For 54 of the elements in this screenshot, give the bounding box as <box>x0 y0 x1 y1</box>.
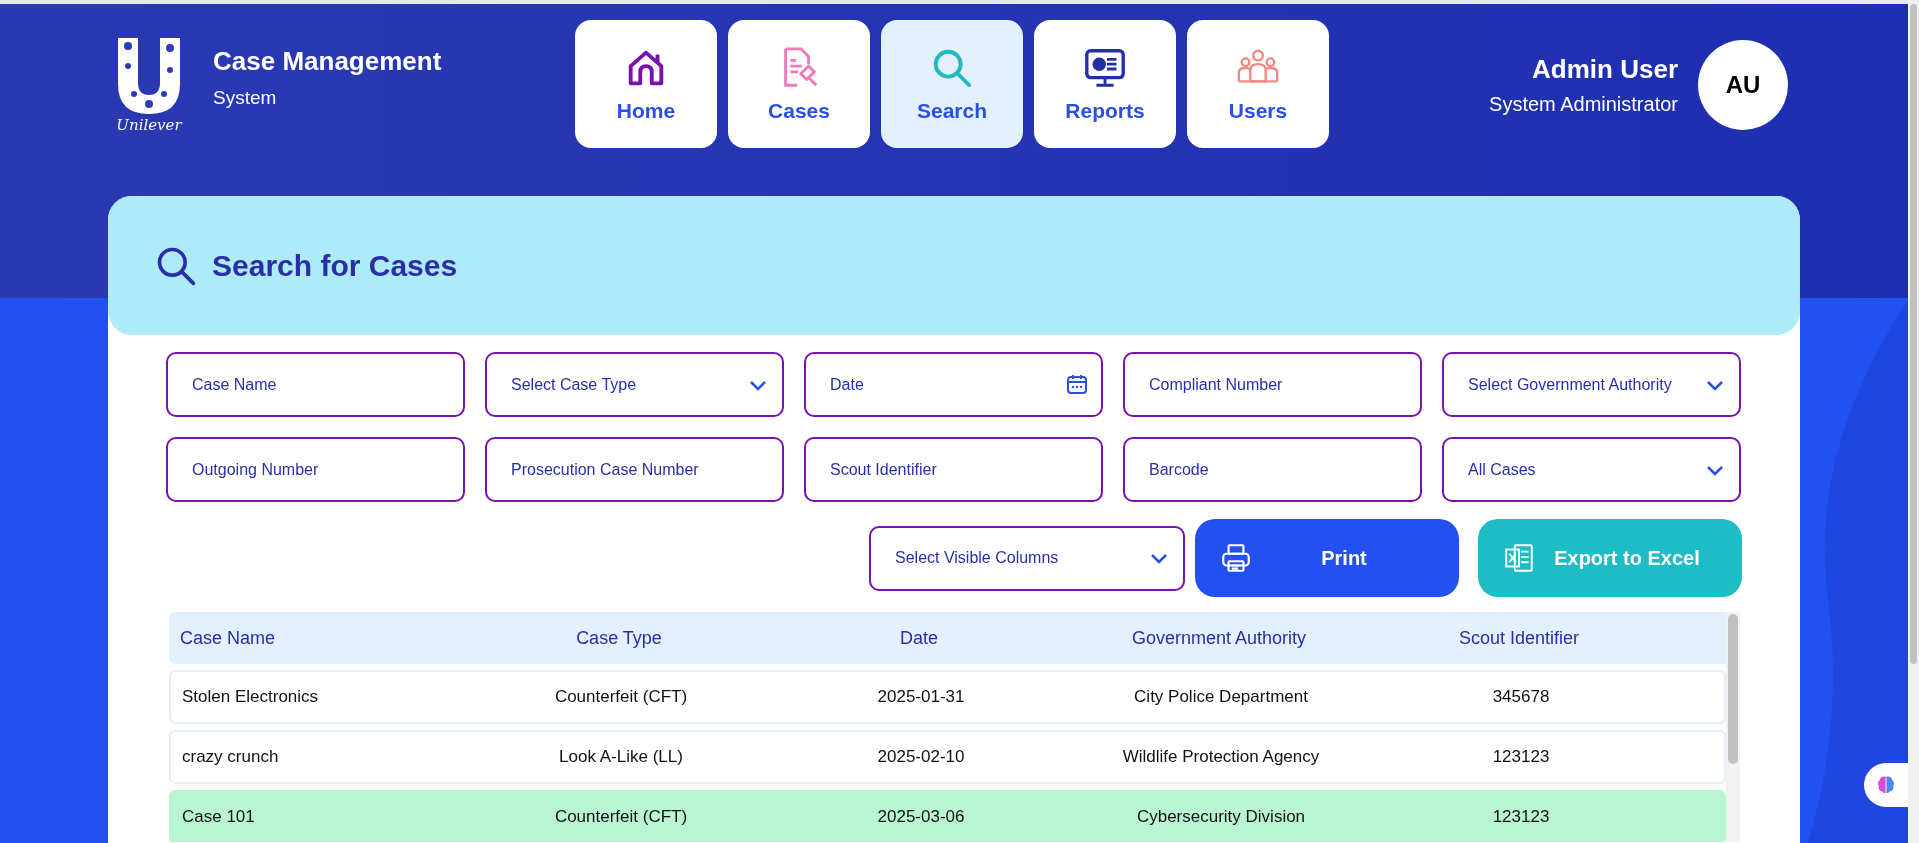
table-cell-text: crazy crunch <box>181 747 280 767</box>
nav-tab[interactable]: Cases <box>728 20 870 148</box>
table-cell-text: 2025-02-10 <box>876 747 966 767</box>
table-cell-text: 123123 <box>1491 747 1551 767</box>
app-subtitle: System <box>213 87 278 109</box>
table-cell-text: Case 101 <box>181 807 256 827</box>
column-header[interactable]: Date <box>769 627 1069 649</box>
select-field[interactable]: All Cases <box>1442 437 1741 502</box>
nav-tab[interactable]: Search <box>881 20 1023 148</box>
table-row[interactable]: Stolen Electronics Counterfeit (CFT) 2025-01-31 City Police Department 345678 <box>169 670 1726 724</box>
table-cell-text: Look A-Like (LL) <box>558 747 684 767</box>
input-field[interactable]: Scout Identifier <box>804 437 1103 502</box>
table-cell-text: Cybersecurity Division <box>1135 807 1307 827</box>
table-cell-text: 345678 <box>1491 687 1551 707</box>
app-title: Case Management <box>213 46 442 77</box>
column-header[interactable]: Case Type <box>469 627 769 649</box>
select-field[interactable]: Select Government Authority <box>1442 352 1741 417</box>
table-cell-text: Stolen Electronics <box>181 687 320 707</box>
page-scrollbar[interactable] <box>1908 0 1919 843</box>
column-header[interactable]: Scout Identifier <box>1369 627 1669 649</box>
table-cell-text: 2025-01-31 <box>876 687 966 707</box>
brain-icon <box>1875 774 1897 796</box>
table-row[interactable]: crazy crunch Look A-Like (LL) 2025-02-10 Wildlife Protection Agency 123123 <box>169 730 1726 784</box>
printer-icon <box>1219 541 1253 575</box>
table-scrollbar[interactable] <box>1726 612 1740 842</box>
input-field[interactable]: Compliant Number <box>1123 352 1422 417</box>
table-cell-text: Wildlife Protection Agency <box>1121 747 1321 767</box>
table-cell-text: City Police Department <box>1133 687 1309 707</box>
nav-tab[interactable]: Home <box>575 20 717 148</box>
column-header[interactable]: Government Authority <box>1069 627 1369 649</box>
input-field[interactable]: Case Name <box>166 352 465 417</box>
table-cell-text: 123123 <box>1491 807 1551 827</box>
input-field[interactable]: Prosecution Case Number <box>485 437 784 502</box>
column-select-field[interactable]: Select Visible Columns <box>869 525 1185 591</box>
user-avatar[interactable]: AU <box>1698 40 1788 130</box>
spreadsheet-icon <box>1502 541 1536 575</box>
table-cell-text: Counterfeit (CFT) <box>553 687 689 707</box>
column-header[interactable]: Case Name <box>169 627 469 649</box>
user-role: System Administrator <box>1489 93 1678 116</box>
nav-tab[interactable]: Users <box>1187 20 1329 148</box>
logo-text: Unilever <box>116 116 182 134</box>
assistant-button[interactable] <box>1864 763 1908 807</box>
input-field[interactable]: Outgoing Number <box>166 437 465 502</box>
table-row[interactable]: Case 101 Counterfeit (CFT) 2025-03-06 Cybersecurity Division 123123 <box>169 790 1726 842</box>
print-button[interactable]: Print <box>1195 519 1459 597</box>
card-title: Search for Cases <box>212 248 458 283</box>
user-name: Admin User <box>1532 54 1678 85</box>
calendar-icon <box>1065 372 1089 396</box>
select-field[interactable]: Select Case Type <box>485 352 784 417</box>
input-field[interactable]: Barcode <box>1123 437 1422 502</box>
date-field[interactable]: Date <box>804 352 1103 417</box>
table-cell-text: 2025-03-06 <box>876 807 966 827</box>
nav-tab[interactable]: Reports <box>1034 20 1176 148</box>
table-cell-text: Counterfeit (CFT) <box>553 807 689 827</box>
